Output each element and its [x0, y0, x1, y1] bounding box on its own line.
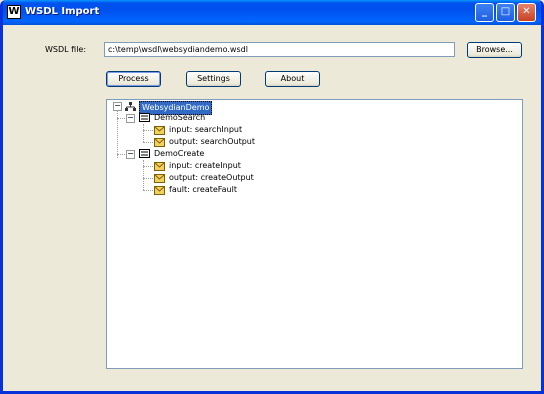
- service-expander[interactable]: −: [126, 150, 135, 159]
- message-icon: [154, 162, 165, 171]
- browse-button[interactable]: Browse...: [467, 42, 522, 58]
- process-button[interactable]: Process: [106, 71, 161, 87]
- about-button[interactable]: About: [265, 71, 320, 87]
- tree-connector: [143, 166, 153, 167]
- wsdl-file-label: WSDL file:: [45, 45, 87, 54]
- message-label: output: searchOutput: [169, 137, 255, 146]
- window-title: WSDL Import: [25, 6, 100, 17]
- tree-connector: [143, 178, 153, 179]
- close-button[interactable]: ✕: [517, 3, 536, 22]
- tree-connector: [143, 124, 144, 142]
- message-label: input: createInput: [169, 161, 241, 170]
- tree-connector: [143, 160, 144, 190]
- wsdl-file-input[interactable]: c:\temp\wsdl\websydiandemo.wsdl: [104, 42, 455, 57]
- network-icon: [125, 102, 136, 111]
- service-expander[interactable]: −: [126, 114, 135, 123]
- message-icon: [154, 126, 165, 135]
- service-label: DemoCreate: [154, 149, 205, 158]
- tree-connector: [143, 190, 153, 191]
- wsdl-tree-view[interactable]: − WebsydianDemo − DemoSearch input: sear…: [106, 99, 523, 369]
- wsdl-import-window: W WSDL Import _ □ ✕ WSDL file: c:\temp\w…: [0, 0, 544, 394]
- message-label: fault: createFault: [169, 185, 237, 194]
- tree-connector: [143, 142, 153, 143]
- message-icon: [154, 186, 165, 195]
- service-label: DemoSearch: [154, 113, 206, 122]
- message-label: input: searchInput: [169, 125, 243, 134]
- minimize-button[interactable]: _: [475, 3, 494, 22]
- root-expander[interactable]: −: [113, 102, 122, 111]
- title-bar[interactable]: W WSDL Import _ □ ✕: [3, 0, 541, 25]
- message-icon: [154, 174, 165, 183]
- service-icon: [139, 113, 150, 122]
- service-icon: [139, 149, 150, 158]
- message-label: output: createOutput: [169, 173, 254, 182]
- tree-connector: [143, 130, 153, 131]
- message-icon: [154, 138, 165, 147]
- maximize-button[interactable]: □: [496, 3, 515, 22]
- settings-button[interactable]: Settings: [186, 71, 241, 87]
- app-icon: W: [7, 5, 21, 19]
